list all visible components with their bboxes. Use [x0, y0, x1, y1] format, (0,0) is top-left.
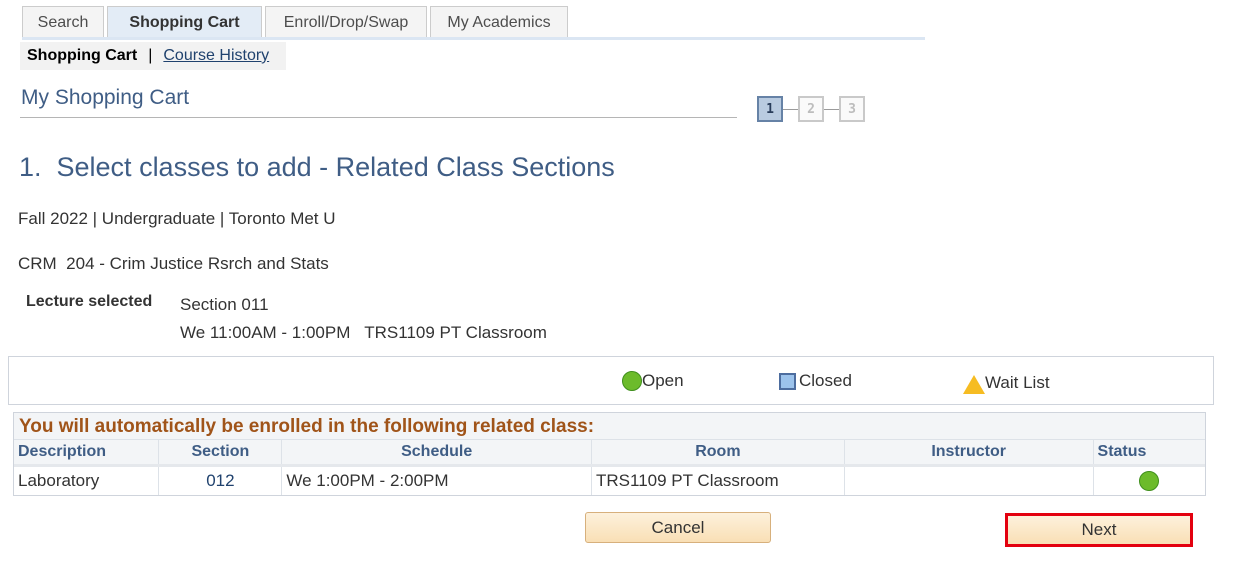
- term-info: Fall 2022 | Undergraduate | Toronto Met …: [18, 209, 336, 228]
- col-status: Status: [1093, 440, 1205, 467]
- wait-list-triangle-icon: [963, 375, 985, 394]
- tab-underline: [22, 37, 925, 40]
- lecture-schedule: We 11:00AM - 1:00PM TRS1109 PT Classroom: [180, 323, 547, 342]
- table-row: Laboratory 012 We 1:00PM - 2:00PM TRS110…: [14, 465, 1205, 495]
- step-indicator: 1 2 3: [757, 96, 865, 122]
- step-connector: [824, 108, 839, 110]
- col-instructor: Instructor: [844, 440, 1094, 467]
- table-header-row: Description Section Schedule Room Instru…: [14, 440, 1205, 467]
- sub-navigation: Shopping Cart | Course History: [20, 42, 286, 70]
- step-2-icon: 2: [798, 96, 824, 122]
- open-circle-icon: [622, 371, 642, 391]
- title-divider: [20, 117, 737, 118]
- col-schedule: Schedule: [281, 440, 592, 467]
- subnav-current-shopping-cart: Shopping Cart: [27, 47, 138, 64]
- legend-wait-list: Wait List: [963, 371, 1050, 394]
- next-button[interactable]: Next: [1005, 513, 1193, 547]
- cell-room: TRS1109 PT Classroom: [591, 465, 845, 495]
- tab-shopping-cart[interactable]: Shopping Cart: [107, 6, 262, 38]
- cell-section: 012: [158, 465, 283, 495]
- step-3-icon: 3: [839, 96, 865, 122]
- cell-schedule: We 1:00PM - 2:00PM: [281, 465, 592, 495]
- cell-status: [1093, 465, 1205, 495]
- legend-closed-label: Closed: [799, 371, 852, 390]
- legend-closed: Closed: [779, 371, 852, 391]
- col-description: Description: [14, 440, 160, 467]
- tab-enroll-drop-swap[interactable]: Enroll/Drop/Swap: [265, 6, 427, 38]
- step-1-icon: 1: [757, 96, 783, 122]
- closed-square-icon: [779, 372, 796, 390]
- related-class-table: Description Section Schedule Room Instru…: [14, 440, 1205, 495]
- legend-wait-list-label: Wait List: [985, 372, 1050, 392]
- col-room: Room: [591, 440, 845, 467]
- cancel-button[interactable]: Cancel: [585, 512, 771, 543]
- tab-bar: Search Shopping Cart Enroll/Drop/Swap My…: [22, 6, 568, 38]
- related-class-title: You will automatically be enrolled in th…: [14, 413, 1205, 440]
- tab-my-academics[interactable]: My Academics: [430, 6, 568, 38]
- course-history-link[interactable]: Course History: [163, 47, 269, 65]
- lecture-section: Section 011: [180, 295, 269, 314]
- related-class-grid: You will automatically be enrolled in th…: [13, 412, 1206, 496]
- col-section: Section: [158, 440, 283, 467]
- step-connector: [783, 108, 798, 110]
- section-heading: 1. Select classes to add - Related Class…: [19, 152, 615, 182]
- page-title: My Shopping Cart: [21, 86, 190, 109]
- tab-search[interactable]: Search: [22, 6, 104, 38]
- status-legend: Open Closed Wait List: [8, 356, 1214, 405]
- legend-open: Open: [622, 371, 684, 391]
- open-status-icon: [1139, 471, 1160, 491]
- legend-open-label: Open: [642, 371, 684, 390]
- cell-description: Laboratory: [14, 465, 160, 495]
- lecture-selected-label: Lecture selected: [26, 293, 153, 310]
- course-title: CRM 204 - Crim Justice Rsrch and Stats: [18, 254, 329, 273]
- subnav-separator: |: [148, 47, 153, 64]
- cell-instructor: [844, 465, 1094, 495]
